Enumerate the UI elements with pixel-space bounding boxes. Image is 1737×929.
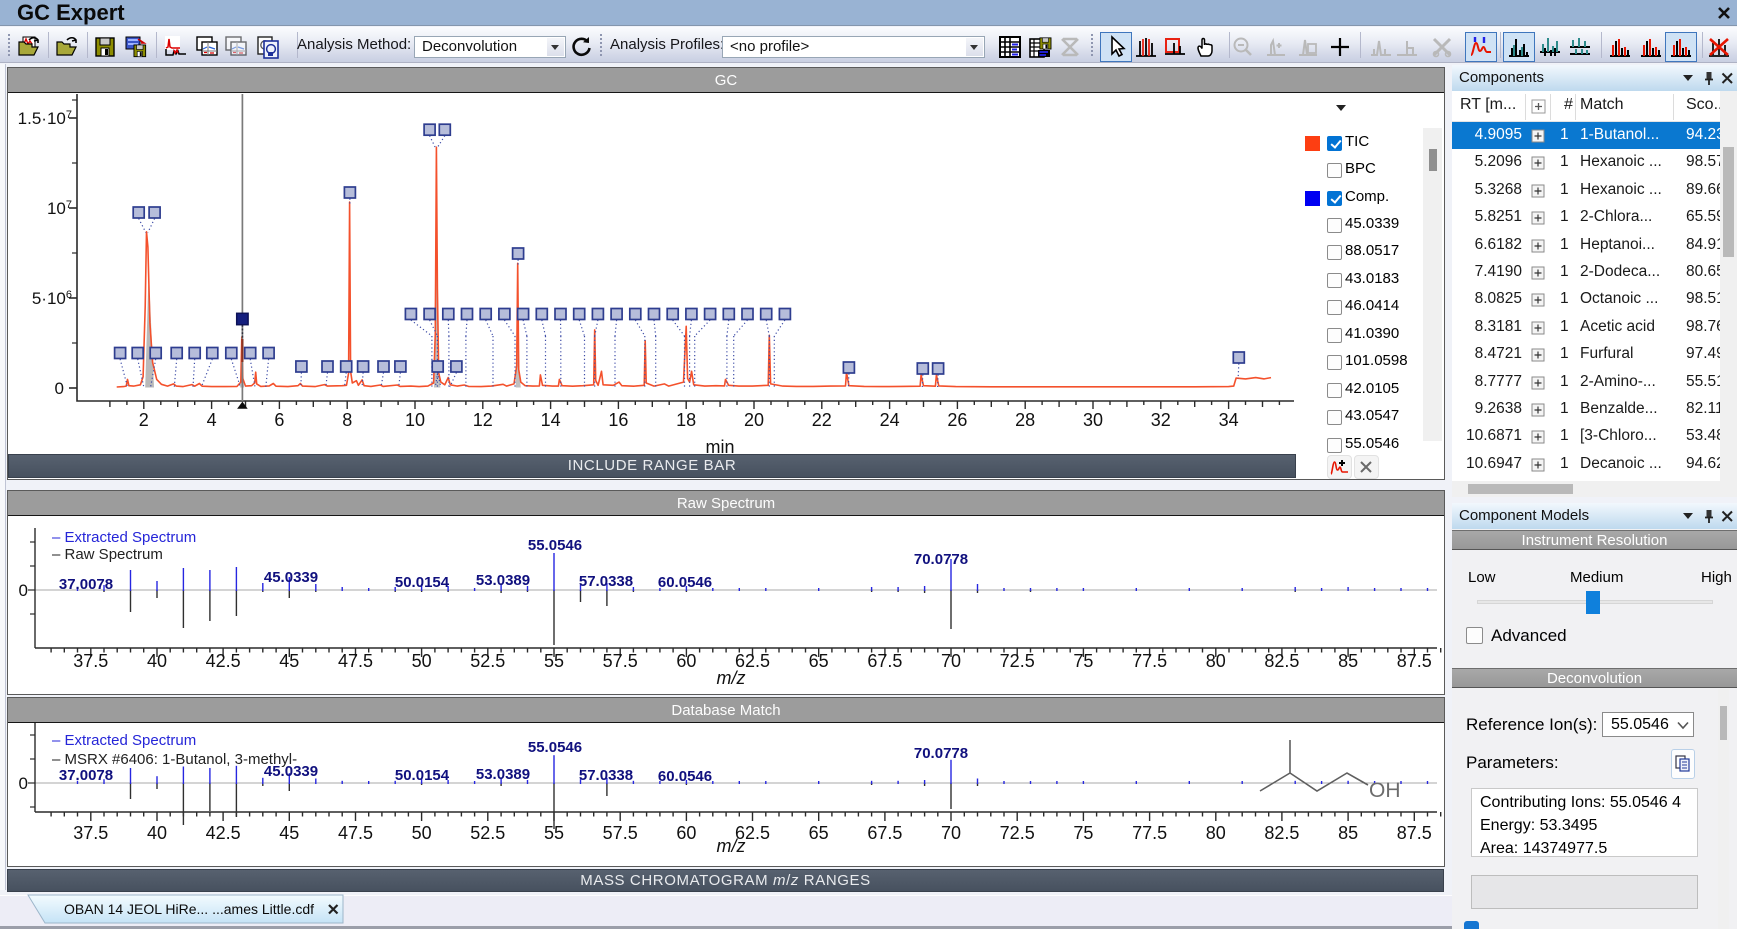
svg-text:60: 60 xyxy=(676,651,696,671)
svg-text:0: 0 xyxy=(19,581,28,600)
svg-text:42.5: 42.5 xyxy=(206,823,241,843)
svg-text:28: 28 xyxy=(1015,410,1035,430)
svg-text:22: 22 xyxy=(812,410,832,430)
svg-text:37.5: 37.5 xyxy=(73,823,108,843)
svg-text:55: 55 xyxy=(544,651,564,671)
svg-text:37.0078: 37.0078 xyxy=(59,767,113,784)
svg-text:1.5·107: 1.5·107 xyxy=(18,109,72,128)
svg-text:45.0339: 45.0339 xyxy=(264,569,318,586)
svg-text:67.5: 67.5 xyxy=(867,651,902,671)
svg-text:– Extracted Spectrum: – Extracted Spectrum xyxy=(52,529,196,546)
svg-text:65: 65 xyxy=(809,823,829,843)
svg-text:14: 14 xyxy=(541,410,561,430)
svg-text:10: 10 xyxy=(405,410,425,430)
svg-text:53.0389: 53.0389 xyxy=(476,572,530,589)
svg-text:– MSRX #6406: 1-Butanol, 3-met: – MSRX #6406: 1-Butanol, 3-methyl- xyxy=(52,751,297,768)
svg-text:18: 18 xyxy=(676,410,696,430)
svg-text:80: 80 xyxy=(1206,651,1226,671)
svg-text:45: 45 xyxy=(279,823,299,843)
svg-text:53.0389: 53.0389 xyxy=(476,766,530,783)
svg-text:45: 45 xyxy=(279,651,299,671)
svg-text:50: 50 xyxy=(412,823,432,843)
svg-text:60.0546: 60.0546 xyxy=(658,574,712,591)
svg-text:57.0338: 57.0338 xyxy=(579,573,633,590)
svg-text:40: 40 xyxy=(147,823,167,843)
svg-text:4: 4 xyxy=(207,410,217,430)
svg-text:42.5: 42.5 xyxy=(206,651,241,671)
svg-text:65: 65 xyxy=(809,651,829,671)
svg-text:50: 50 xyxy=(412,651,432,671)
svg-text:12: 12 xyxy=(473,410,493,430)
svg-text:57.5: 57.5 xyxy=(603,651,638,671)
svg-text:60: 60 xyxy=(676,823,696,843)
svg-text:55.0546: 55.0546 xyxy=(528,537,582,554)
svg-text:m/z: m/z xyxy=(717,668,746,688)
svg-text:30: 30 xyxy=(1083,410,1103,430)
svg-text:77.5: 77.5 xyxy=(1132,823,1167,843)
svg-text:77.5: 77.5 xyxy=(1132,651,1167,671)
svg-text:55.0546: 55.0546 xyxy=(528,739,582,756)
svg-text:34: 34 xyxy=(1219,410,1239,430)
svg-text:47.5: 47.5 xyxy=(338,651,373,671)
svg-text:m/z: m/z xyxy=(717,836,746,856)
svg-text:85: 85 xyxy=(1338,651,1358,671)
svg-text:32: 32 xyxy=(1151,410,1171,430)
svg-text:0: 0 xyxy=(19,774,28,793)
svg-text:52.5: 52.5 xyxy=(470,651,505,671)
svg-text:72.5: 72.5 xyxy=(1000,823,1035,843)
svg-text:52.5: 52.5 xyxy=(470,823,505,843)
svg-text:57.5: 57.5 xyxy=(603,823,638,843)
svg-text:– Extracted Spectrum: – Extracted Spectrum xyxy=(52,732,196,749)
svg-text:24: 24 xyxy=(880,410,900,430)
svg-text:50.0154: 50.0154 xyxy=(395,767,450,784)
svg-text:OH: OH xyxy=(1369,779,1401,802)
svg-text:70.0778: 70.0778 xyxy=(914,551,968,568)
svg-text:75: 75 xyxy=(1073,651,1093,671)
svg-text:67.5: 67.5 xyxy=(867,823,902,843)
svg-text:20: 20 xyxy=(744,410,764,430)
svg-text:72.5: 72.5 xyxy=(1000,651,1035,671)
svg-text:85: 85 xyxy=(1338,823,1358,843)
svg-text:5·106: 5·106 xyxy=(32,289,72,308)
svg-text:60.0546: 60.0546 xyxy=(658,768,712,785)
svg-text:2: 2 xyxy=(139,410,149,430)
svg-text:82.5: 82.5 xyxy=(1264,823,1299,843)
svg-text:70.0778: 70.0778 xyxy=(914,745,968,762)
svg-text:87.5: 87.5 xyxy=(1397,823,1432,843)
svg-text:6: 6 xyxy=(274,410,284,430)
svg-text:50.0154: 50.0154 xyxy=(395,574,450,591)
svg-text:70: 70 xyxy=(941,823,961,843)
svg-text:47.5: 47.5 xyxy=(338,823,373,843)
svg-text:70: 70 xyxy=(941,651,961,671)
svg-text:8: 8 xyxy=(342,410,352,430)
svg-text:107: 107 xyxy=(47,199,72,218)
svg-text:82.5: 82.5 xyxy=(1264,651,1299,671)
svg-text:87.5: 87.5 xyxy=(1397,651,1432,671)
svg-text:37.5: 37.5 xyxy=(73,651,108,671)
svg-text:40: 40 xyxy=(147,651,167,671)
svg-text:37.0078: 37.0078 xyxy=(59,576,113,593)
svg-text:75: 75 xyxy=(1073,823,1093,843)
svg-text:26: 26 xyxy=(947,410,967,430)
svg-text:0: 0 xyxy=(55,379,64,398)
svg-text:80: 80 xyxy=(1206,823,1226,843)
svg-text:57.0338: 57.0338 xyxy=(579,767,633,784)
svg-text:16: 16 xyxy=(608,410,628,430)
svg-text:– Raw Spectrum: – Raw Spectrum xyxy=(52,546,163,563)
